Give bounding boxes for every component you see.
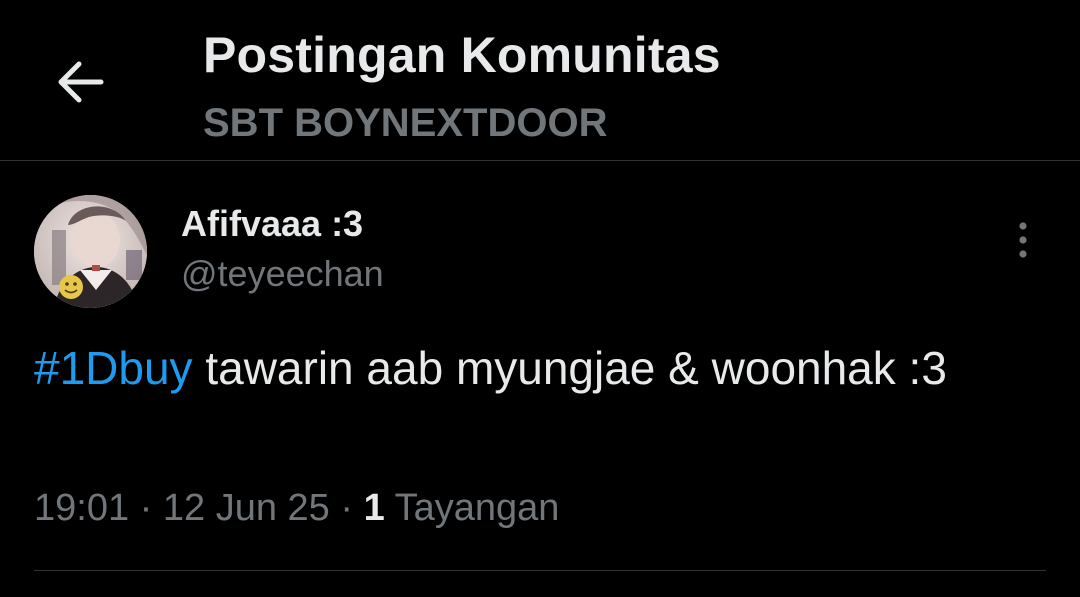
meta-separator: · (129, 487, 163, 529)
more-options-button[interactable] (1003, 218, 1043, 262)
author-display-name[interactable]: Afifvaaa :3 (181, 203, 363, 245)
author-handle[interactable]: @teyeechan (181, 253, 384, 295)
post-meta: 19:01 · 12 Jun 25 · 1 Tayangan (34, 487, 559, 530)
hashtag-link[interactable]: #1Dbuy (34, 342, 193, 394)
views-count: 1 (363, 487, 385, 529)
profile-photo (34, 195, 147, 308)
community-name[interactable]: SBT BOYNEXTDOOR (203, 101, 607, 146)
post-date[interactable]: 12 Jun 25 (163, 487, 330, 529)
arrow-left-icon (58, 61, 104, 103)
post-time[interactable]: 19:01 (34, 487, 129, 529)
back-button[interactable] (50, 52, 110, 112)
page-title: Postingan Komunitas (203, 27, 721, 83)
post-text: #1Dbuy tawarin aab myungjae & woonhak :3 (34, 335, 1044, 401)
views-label: Tayangan (384, 487, 560, 529)
divider (34, 570, 1046, 571)
more-vertical-icon (1019, 222, 1027, 258)
avatar[interactable] (34, 195, 147, 308)
header: Postingan Komunitas SBT BOYNEXTDOOR (0, 0, 1080, 161)
meta-separator: · (329, 487, 364, 529)
post-body: tawarin aab myungjae & woonhak :3 (192, 342, 947, 394)
